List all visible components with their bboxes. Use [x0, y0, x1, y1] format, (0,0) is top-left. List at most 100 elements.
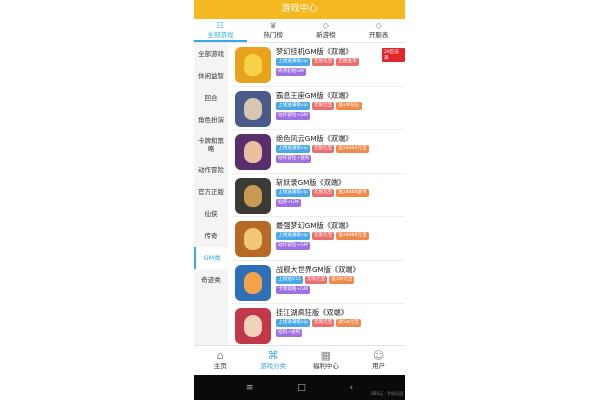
feature-tag: 上线送满级vip [276, 145, 310, 153]
game-icon [235, 308, 271, 344]
sidebar-item-2[interactable]: 回合 [194, 87, 228, 109]
grid-icon: ☷ [216, 21, 224, 30]
game-art [244, 271, 262, 294]
sidebar-item-8[interactable]: 传奇 [194, 225, 228, 247]
game-row[interactable]: 挂江湖疯狂版《双端》 上线送满级vip 无限元宝 送5w元宝 挂机+送利 [232, 304, 405, 345]
tag-row: 动作冒险+GM [276, 111, 310, 120]
tag-row: 动作冒险+送利 [276, 155, 312, 163]
feature-tag: 送3W元宝 [329, 275, 355, 284]
nav-label: 游戏分类 [260, 362, 287, 370]
tag-row: 挂机+送利 [276, 329, 303, 337]
game-title[interactable]: 霸息王座GM版《双端》 [276, 91, 352, 101]
game-art [244, 184, 262, 207]
feature-tag: 上线送满级vip [276, 188, 310, 197]
game-icon [235, 221, 271, 257]
nav-2[interactable]: ▦ 福利中心 [300, 346, 353, 375]
feature-tag: 送2W钻石 [336, 101, 362, 110]
tab-label: 全部游戏 [207, 31, 234, 39]
game-row[interactable]: 斩妖录GM版《双端》 上线送满级vip 无限元宝 送28888金币 仙侠+GM [232, 174, 405, 217]
game-icon [235, 264, 271, 301]
sidebar-item-5[interactable]: 动作冒险 [194, 159, 228, 181]
game-title[interactable]: 斩妖录GM版《双端》 [276, 178, 345, 188]
tag-row: 上线送满级vip 无限元宝 送2W钻石 [276, 101, 362, 110]
nav-0[interactable]: ⌂ 主页 [194, 346, 247, 375]
game-title[interactable]: 梦幻挂机GM版《双端》 [276, 47, 352, 57]
game-icon [235, 177, 271, 214]
sidebar-item-4[interactable]: 卡牌和策略 [194, 131, 228, 159]
tag-row: 终须初始GM [276, 68, 306, 76]
feature-tag: 上线送满级vip [276, 58, 310, 66]
game-row[interactable]: 最强梦幻GM版《双端》 上线送满级vip 无限元宝 送28888元宝 动作冒险+GM [232, 217, 405, 261]
feature-tag: 送28888金币 [336, 188, 369, 197]
watermark: BB5元 · 手机乐园 [371, 391, 403, 396]
feature-tag: 无限元宝 [311, 145, 335, 153]
tag-row: 上线送满级vip 无限元宝 送28888元宝 [276, 232, 369, 240]
nav-label: 福利中心 [312, 362, 339, 370]
feature-tag: 上线送满级vip [276, 101, 310, 110]
home-square-icon[interactable]: □ [297, 383, 306, 393]
tab-2[interactable]: ◇ 新游榜 [300, 19, 353, 42]
feature-tag: 无限元宝 [311, 58, 335, 66]
tab-label: 热门榜 [263, 31, 283, 39]
game-art [244, 228, 262, 250]
game-art [244, 54, 262, 76]
feature-tag: 无限元宝 [304, 275, 328, 284]
game-art [244, 97, 262, 120]
top-tabs: ☷ 全部游戏 ♛ 热门榜 ◇ 新游榜 ◇ 开服表 [194, 19, 405, 43]
feature-tag: 送28888元宝 [336, 145, 369, 153]
tab-0[interactable]: ☷ 全部游戏 [194, 19, 247, 42]
sidebar-item-9[interactable]: GM类 [194, 247, 228, 269]
game-list: 梦幻挂机GM版《双端》 29区前来 上线送满级vip 无限元宝 无限金币 终须初始GM 霸息… [232, 43, 405, 345]
sidebar-item-0[interactable]: 全部游戏 [194, 43, 228, 65]
back-icon[interactable]: ‹ [349, 383, 353, 393]
feature-tag: 无限金币 [336, 58, 359, 66]
sidebar-item-3[interactable]: 角色扮演 [194, 109, 228, 131]
tag-row: 动作冒险+GM [276, 242, 310, 250]
diamond-icon: ◇ [375, 21, 382, 30]
nav-1[interactable]: ⌘ 游戏分类 [247, 346, 300, 375]
nav-label: 主页 [213, 362, 227, 370]
feature-tag: 无限元宝 [311, 232, 335, 240]
game-row[interactable]: 战舰大世界GM版《双端》 上线送V15 无限元宝 送3W元宝 卡牌策略+GM [232, 261, 405, 304]
genre-tag: 终须初始GM [276, 68, 306, 76]
tag-row: 卡牌策略+GM [276, 285, 310, 294]
game-title[interactable]: 绝色风云GM版《双端》 [276, 134, 352, 144]
tab-3[interactable]: ◇ 开服表 [352, 19, 405, 42]
game-row[interactable]: 绝色风云GM版《双端》 上线送满级vip 无限元宝 送28888元宝 动作冒险+送利 [232, 130, 405, 174]
game-icon [235, 47, 271, 83]
grid-icon: ▦ [320, 349, 332, 362]
bottom-nav: ⌂ 主页 ⌘ 游戏分类 ▦ 福利中心 ☺ 用户 [194, 345, 405, 375]
tab-1[interactable]: ♛ 热门榜 [247, 19, 300, 42]
game-row[interactable]: 梦幻挂机GM版《双端》 29区前来 上线送满级vip 无限元宝 无限金币 终须初始GM [232, 43, 405, 87]
category-sidebar: 全部游戏 休闲益智 回合 角色扮演 卡牌和策略 动作冒险 官方正版 仙侠 传奇 GM类 奇迹类 [194, 43, 228, 345]
tag-row: 上线送满级vip 无限元宝 送5w元宝 [276, 319, 361, 327]
user-icon: ☺ [372, 349, 385, 362]
sidebar-item-10[interactable]: 奇迹类 [194, 269, 228, 291]
tag-row: 上线送满级vip 无限元宝 送28888元宝 [276, 145, 369, 153]
page-title: 游戏中心 [194, 0, 405, 19]
feature-tag: 无限元宝 [311, 188, 335, 197]
genre-tag: 动作冒险+GM [276, 242, 310, 250]
feature-tag: 上线送满级vip [276, 319, 310, 327]
genre-tag: 动作冒险+送利 [276, 155, 312, 163]
menu-icon[interactable]: ≡ [246, 383, 254, 393]
sidebar-item-7[interactable]: 仙侠 [194, 203, 228, 225]
genre-tag: 卡牌策略+GM [276, 285, 310, 294]
feature-tag: 无限元宝 [311, 101, 335, 110]
game-title[interactable]: 最强梦幻GM版《双端》 [276, 221, 352, 231]
tab-label: 新游榜 [316, 31, 336, 39]
game-icon [235, 90, 271, 127]
home-icon: ⌂ [216, 349, 224, 362]
tag-row: 上线送满级vip 无限元宝 送28888金币 [276, 188, 369, 197]
genre-tag: 仙侠+GM [276, 198, 301, 207]
game-title[interactable]: 战舰大世界GM版《双端》 [276, 265, 360, 275]
nav-label: 用户 [372, 362, 386, 370]
game-title[interactable]: 挂江湖疯狂版《双端》 [276, 308, 348, 318]
sidebar-item-1[interactable]: 休闲益智 [194, 65, 228, 87]
command-icon: ⌘ [267, 349, 279, 362]
game-art [244, 141, 262, 163]
game-row[interactable]: 霸息王座GM版《双端》 上线送满级vip 无限元宝 送2W钻石 动作冒险+GM [232, 87, 405, 130]
nav-3[interactable]: ☺ 用户 [352, 346, 405, 375]
diamond-icon: ◇ [322, 21, 329, 30]
sidebar-item-6[interactable]: 官方正版 [194, 181, 228, 203]
